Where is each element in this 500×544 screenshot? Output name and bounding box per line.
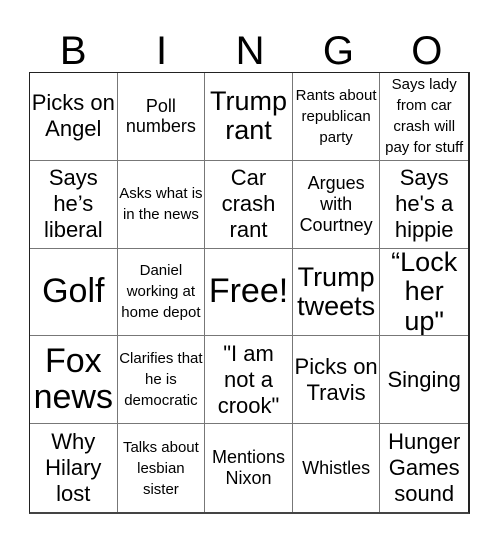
bingo-cell[interactable]: Says he's a hippie	[380, 161, 468, 249]
bingo-cell[interactable]: “Lock her up"	[380, 249, 468, 337]
header-letter-g: G	[322, 29, 354, 73]
cell-text: Car crash rant	[221, 165, 276, 243]
bingo-cell[interactable]: Daniel working at home depot	[117, 248, 206, 337]
bingo-cell[interactable]: Fox news	[30, 336, 118, 425]
bingo-cell[interactable]: Whistles	[293, 424, 381, 512]
cell-text: “Lock her up"	[391, 248, 458, 336]
cell-text: Hunger Games sound	[388, 429, 461, 507]
cell-text: Daniel working at home depot	[121, 262, 201, 322]
bingo-cell[interactable]: Trump tweets	[292, 248, 381, 337]
cell-text: Picks on Angel	[31, 90, 115, 142]
cell-text: Whistles	[302, 457, 371, 478]
header-letter-o: O	[411, 29, 443, 73]
bingo-cell[interactable]: Rants about republican party	[292, 73, 381, 161]
bingo-cell[interactable]: "I am not a crook"	[205, 336, 293, 425]
header-letter-b: B	[59, 29, 87, 73]
header-letter-i: I	[156, 29, 168, 73]
free-space-cell[interactable]: Free!	[205, 248, 293, 337]
cell-text: Fox news	[33, 342, 113, 416]
bingo-cell[interactable]: Mentions Nixon	[205, 424, 293, 512]
bingo-cell[interactable]: Car crash rant	[205, 160, 293, 249]
bingo-grid: Picks on Angel Poll numbers Trump rant R…	[29, 72, 470, 514]
cell-text: Free!	[208, 272, 289, 311]
bingo-cell[interactable]: Talks about lesbian sister	[118, 424, 206, 512]
cell-text: "I am not a crook"	[217, 340, 280, 418]
bingo-header: B I N G O	[29, 30, 471, 72]
cell-text: Rants about republican party	[295, 86, 377, 146]
bingo-cell[interactable]: Golf	[30, 248, 118, 337]
bingo-cell[interactable]: Clarifies that he is democratic	[117, 336, 206, 425]
bingo-cell[interactable]: Says lady from car crash will pay for st…	[380, 73, 468, 161]
header-letter-n: N	[235, 29, 265, 73]
cell-text: Says he's a hippie	[394, 165, 454, 243]
bingo-cell[interactable]: Trump rant	[205, 73, 293, 161]
cell-text: Trump rant	[209, 86, 287, 146]
bingo-cell[interactable]: Argues with Courtney	[292, 160, 381, 249]
bingo-cell[interactable]: Hunger Games sound	[380, 424, 468, 512]
cell-text: Mentions Nixon	[211, 447, 286, 489]
cell-text: Says lady from car crash will pay for st…	[385, 76, 464, 157]
cell-text: Singing	[387, 366, 461, 392]
cell-text: Says he’s liberal	[43, 165, 103, 243]
cell-text: Poll numbers	[125, 95, 196, 137]
bingo-cell[interactable]: Poll numbers	[117, 73, 206, 161]
cell-text: Why Hilary lost	[45, 429, 102, 507]
bingo-cell[interactable]: Picks on Angel	[30, 73, 118, 161]
bingo-cell[interactable]: Picks on Travis	[292, 336, 381, 425]
cell-text: Argues with Courtney	[299, 173, 373, 235]
cell-text: Asks what is in the news	[119, 185, 203, 224]
bingo-cell[interactable]: Asks what is in the news	[117, 160, 206, 249]
bingo-cell[interactable]: Singing	[380, 336, 468, 425]
cell-text: Trump tweets	[297, 261, 376, 321]
cell-text: Golf	[42, 272, 105, 311]
cell-text: Talks about lesbian sister	[122, 438, 199, 498]
bingo-cell[interactable]: Says he’s liberal	[30, 160, 118, 249]
bingo-cell[interactable]: Why Hilary lost	[30, 424, 118, 512]
cell-text: Clarifies that he is democratic	[119, 350, 203, 410]
cell-text: Picks on Travis	[294, 353, 378, 405]
